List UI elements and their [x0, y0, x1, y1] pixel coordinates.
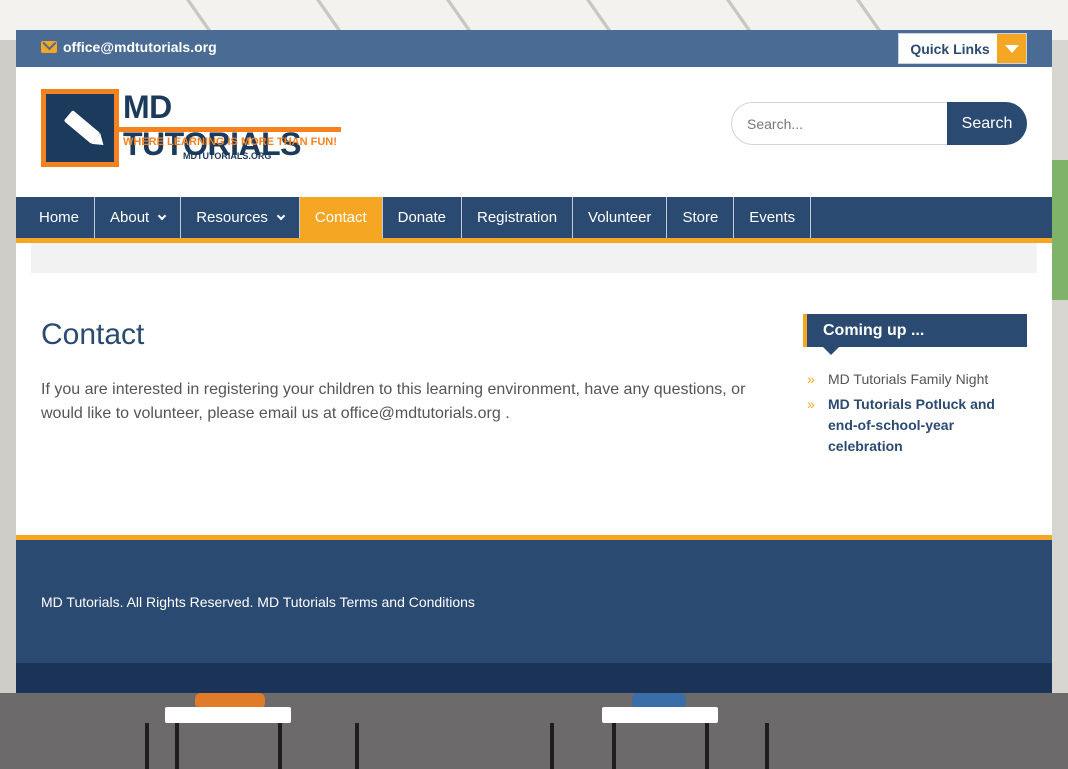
nav-item-store[interactable]: Store — [667, 197, 735, 238]
nav-label: Store — [682, 209, 719, 226]
nav-item-registration[interactable]: Registration — [462, 197, 574, 238]
content-area: Contact If you are interested in registe… — [16, 273, 1052, 535]
wall-map — [1052, 160, 1068, 300]
nav-label: About — [110, 209, 150, 226]
nav-label: Resources — [196, 209, 268, 226]
nav-label: Home — [39, 209, 80, 226]
footer: MD Tutorials. All Rights Reserved. MD Tu… — [16, 535, 1052, 663]
classroom-floor — [0, 693, 1068, 769]
chevron-down-icon[interactable] — [997, 34, 1026, 63]
quick-links-dropdown[interactable]: Quick Links — [898, 33, 1027, 64]
website-frame: office@mdtutorials.org Quick Links MD TU… — [16, 30, 1052, 693]
top-email-link[interactable]: office@mdtutorials.org — [41, 39, 217, 55]
header: MD TUTORIALS WHERE LEARNING IS MORE THAN… — [16, 67, 1052, 197]
logo-tagline: WHERE LEARNING IS MORE THAN FUN! — [123, 136, 337, 148]
double-chevron-right-icon: » — [807, 371, 815, 387]
search-form: Search — [731, 102, 1027, 145]
double-chevron-right-icon: » — [807, 396, 815, 412]
envelope-icon — [41, 41, 57, 53]
event-list: » MD Tutorials Family Night » MD Tutoria… — [803, 369, 1027, 457]
event-item[interactable]: » MD Tutorials Family Night — [803, 369, 1027, 390]
nav-label: Volunteer — [588, 209, 652, 226]
nav-item-donate[interactable]: Donate — [383, 197, 462, 238]
nav-item-events[interactable]: Events — [734, 197, 812, 238]
chevron-down-icon — [157, 211, 167, 221]
breadcrumb — [31, 243, 1037, 273]
widget-title: Coming up ... — [803, 314, 1027, 355]
footer-copyright: MD Tutorials. All Rights Reserved. MD Tu… — [41, 594, 475, 610]
email-text: office@mdtutorials.org — [63, 39, 217, 55]
chevron-down-icon — [276, 211, 286, 221]
event-item[interactable]: » MD Tutorials Potluck and end-of-school… — [803, 394, 1027, 457]
nav-item-contact[interactable]: Contact — [299, 197, 383, 238]
logo-url: MDTUTORIALS.ORG — [183, 151, 272, 161]
nav-item-about[interactable]: About — [95, 197, 182, 238]
page-body: If you are interested in registering you… — [41, 381, 746, 422]
logo-mark — [41, 89, 119, 167]
nav-label: Events — [749, 209, 796, 226]
main-nav: Home About Resources Contact Donate Regi… — [16, 197, 1052, 243]
nav-item-volunteer[interactable]: Volunteer — [573, 197, 668, 238]
footer-bottom-bar — [16, 663, 1052, 693]
wall-left — [0, 40, 16, 700]
site-logo[interactable]: MD TUTORIALS WHERE LEARNING IS MORE THAN… — [41, 89, 341, 167]
top-bar: office@mdtutorials.org Quick Links — [16, 30, 1052, 67]
sidebar: Coming up ... » MD Tutorials Family Nigh… — [803, 314, 1027, 461]
quick-links-label: Quick Links — [910, 40, 990, 57]
nav-label: Registration — [477, 209, 558, 226]
nav-label: Contact — [314, 209, 367, 226]
pencil-icon — [63, 110, 101, 144]
nav-label: Donate — [397, 209, 446, 226]
nav-item-resources[interactable]: Resources — [181, 197, 300, 238]
nav-item-home[interactable]: Home — [24, 197, 96, 238]
event-link[interactable]: MD Tutorials Potluck and end-of-school-y… — [828, 394, 1027, 457]
search-button[interactable]: Search — [947, 102, 1027, 145]
page-title: Contact — [41, 318, 145, 351]
main-column: Contact If you are interested in registe… — [41, 318, 781, 426]
search-input[interactable] — [731, 102, 947, 145]
wall-right — [1052, 40, 1068, 700]
event-link[interactable]: MD Tutorials Family Night — [828, 369, 1027, 390]
